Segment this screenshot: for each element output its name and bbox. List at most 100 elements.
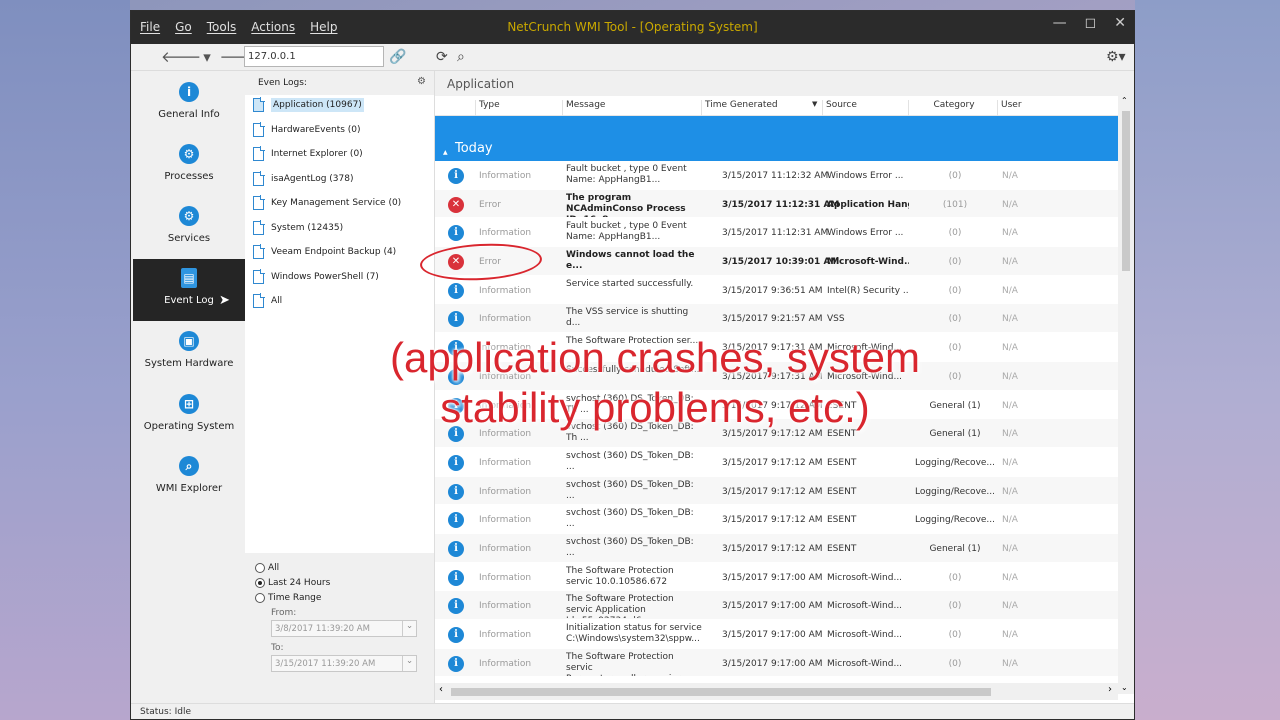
- col-message[interactable]: Message: [562, 100, 605, 116]
- sidebar-item-processes[interactable]: ⚙ Processes: [133, 135, 245, 197]
- tree-item[interactable]: Veeam Endpoint Backup (4): [245, 242, 434, 267]
- tree-item[interactable]: Key Management Service (0): [245, 193, 434, 218]
- from-date-field[interactable]: 3/8/2017 11:39:20 AM ⌄: [271, 620, 417, 637]
- chevron-down-icon[interactable]: ⌄: [402, 656, 416, 671]
- row-source: ESENT: [827, 486, 857, 497]
- row-time: 3/15/2017 11:12:31 AM: [722, 228, 829, 239]
- row-message: svchost (360) DS_Token_DB: ...: [566, 479, 694, 501]
- row-category: Logging/Recove...: [914, 457, 996, 468]
- row-source: Microsoft-Wind...: [827, 257, 909, 268]
- scroll-right-icon[interactable]: ›: [1108, 684, 1112, 695]
- tree-item[interactable]: Windows PowerShell (7): [245, 267, 434, 292]
- info-icon: i: [448, 311, 464, 328]
- table-row[interactable]: i Information svchost (360) DS_Token_DB: .…: [435, 533, 1118, 563]
- table-row[interactable]: i Information Service started successfully…: [435, 276, 1118, 305]
- row-user: N/A: [1002, 486, 1018, 497]
- table-row[interactable]: i Information The Software Protection serv…: [435, 648, 1118, 678]
- info-icon: i: [448, 483, 464, 500]
- group-header-today[interactable]: ▲ Today: [435, 116, 1118, 161]
- tree-item[interactable]: Internet Explorer (0): [245, 144, 434, 169]
- scroll-thumb[interactable]: [1122, 111, 1130, 271]
- row-user: N/A: [1002, 228, 1018, 239]
- address-input[interactable]: 127.0.0.1: [244, 46, 384, 67]
- row-source: Intel(R) Security ...: [827, 285, 909, 296]
- close-button[interactable]: ✕: [1114, 15, 1126, 31]
- row-type: Information: [479, 658, 532, 669]
- maximize-button[interactable]: ◻: [1085, 15, 1097, 31]
- sidebar-item-wmi-explorer[interactable]: ⌕ WMI Explorer: [133, 447, 245, 509]
- row-type: Information: [479, 171, 532, 181]
- col-time-generated[interactable]: Time Generated ▼: [701, 100, 821, 116]
- row-source: Microsoft-Wind...: [827, 572, 903, 583]
- sort-desc-icon: ▼: [812, 100, 818, 108]
- table-row[interactable]: i Information svchost (360) DS_Token_DB: .…: [435, 505, 1118, 534]
- row-user: N/A: [1002, 199, 1018, 210]
- row-time: 3/15/2017 9:17:00 AM: [722, 658, 823, 669]
- col-category[interactable]: Category: [908, 100, 996, 116]
- info-icon: i: [179, 82, 199, 102]
- back-arrow-icon[interactable]: 🡐▾: [161, 48, 213, 66]
- tree-item[interactable]: System (12435): [245, 218, 434, 243]
- sidebar-item-services[interactable]: ⚙ Services: [133, 197, 245, 259]
- refresh-icon[interactable]: ⟳: [436, 49, 448, 65]
- row-source: ESENT: [827, 543, 857, 554]
- table-row[interactable]: ✕ Error The program NCAdminConso Process I…: [435, 189, 1118, 219]
- table-row[interactable]: i Information Initialization status for se…: [435, 620, 1118, 649]
- radio-last-24-hours[interactable]: Last 24 Hours: [255, 578, 424, 588]
- row-time: 3/15/2017 9:17:12 AM: [722, 457, 823, 468]
- col-type[interactable]: Type: [475, 100, 500, 116]
- chevron-down-icon[interactable]: ⌄: [402, 621, 416, 636]
- scroll-up-icon[interactable]: ⌃: [1121, 96, 1128, 105]
- tree-item[interactable]: All: [245, 291, 434, 316]
- row-message: The program NCAdminConso Process ID: 16e…: [566, 192, 686, 217]
- row-category: (101): [942, 199, 968, 210]
- scroll-down-icon[interactable]: ⌄: [1121, 683, 1128, 692]
- windows-icon: ⊞: [179, 394, 199, 414]
- tree-item[interactable]: Application (10967): [245, 95, 434, 120]
- table-row[interactable]: i Information Fault bucket , type 0 Event …: [435, 161, 1118, 190]
- radio-time-range[interactable]: Time Range: [255, 593, 424, 603]
- tree-item[interactable]: HardwareEvents (0): [245, 120, 434, 145]
- row-message: Fault bucket , type 0 Event Name: AppHan…: [566, 221, 687, 243]
- horizontal-scrollbar[interactable]: ‹ ›: [435, 683, 1118, 700]
- table-row[interactable]: i Information The Software Protection serv…: [435, 563, 1118, 592]
- table-row[interactable]: i Information The Software Protection serv…: [435, 591, 1118, 620]
- sidebar-item-event-log[interactable]: ▤ Event Log ➤: [133, 259, 245, 321]
- sidebar-item-general-info[interactable]: i General Info: [133, 73, 245, 135]
- table-row[interactable]: i Information The VSS service is shutting …: [435, 304, 1118, 334]
- scroll-thumb[interactable]: [451, 688, 991, 696]
- scroll-left-icon[interactable]: ‹: [439, 684, 443, 695]
- table-row[interactable]: i Information Fault bucket , type 0 Event …: [435, 218, 1118, 248]
- inspect-icon[interactable]: ⌕: [457, 49, 465, 65]
- radio-all[interactable]: All: [255, 563, 424, 573]
- row-message: The Software Protection servic Parameter…: [566, 651, 703, 676]
- row-time: 3/15/2017 9:17:12 AM: [722, 543, 823, 554]
- tree-item[interactable]: isaAgentLog (378): [245, 169, 434, 194]
- settings-icon[interactable]: ⚙▾: [1106, 49, 1126, 65]
- chip-icon: ▣: [179, 331, 199, 351]
- minimize-button[interactable]: —: [1053, 15, 1067, 31]
- vertical-scrollbar[interactable]: ⌃ ⌄: [1118, 96, 1134, 694]
- row-message: The Software Protection servic 10.0.1058…: [566, 565, 674, 587]
- sidebar-item-system-hardware[interactable]: ▣ System Hardware: [133, 322, 245, 384]
- to-date-field[interactable]: 3/15/2017 11:39:20 AM ⌄: [271, 655, 417, 672]
- tree-settings-icon[interactable]: ⚙: [417, 76, 426, 87]
- row-source: Windows Error ...: [827, 171, 904, 181]
- row-category: Logging/Recove...: [914, 486, 996, 497]
- window-title: NetCrunch WMI Tool - [Operating System]: [507, 20, 758, 34]
- link-icon[interactable]: 🔗: [389, 49, 406, 65]
- col-user[interactable]: User: [997, 100, 1022, 116]
- row-time: 3/15/2017 11:12:31 AM: [722, 199, 840, 210]
- row-type: Information: [479, 543, 532, 554]
- log-file-icon: [253, 293, 265, 308]
- sidebar-item-operating-system[interactable]: ⊞ Operating System: [133, 385, 245, 447]
- info-icon: i: [448, 569, 464, 586]
- desktop-background-right: [1135, 0, 1280, 720]
- row-time: 3/15/2017 9:36:51 AM: [722, 285, 823, 296]
- table-row[interactable]: i Information svchost (360) DS_Token_DB: .…: [435, 476, 1118, 506]
- col-source[interactable]: Source: [822, 100, 857, 116]
- collapse-icon[interactable]: ▲: [443, 149, 448, 156]
- row-time: 3/15/2017 9:17:00 AM: [722, 572, 823, 583]
- row-source: VSS: [827, 314, 845, 325]
- table-row[interactable]: i Information svchost (360) DS_Token_DB: .…: [435, 448, 1118, 477]
